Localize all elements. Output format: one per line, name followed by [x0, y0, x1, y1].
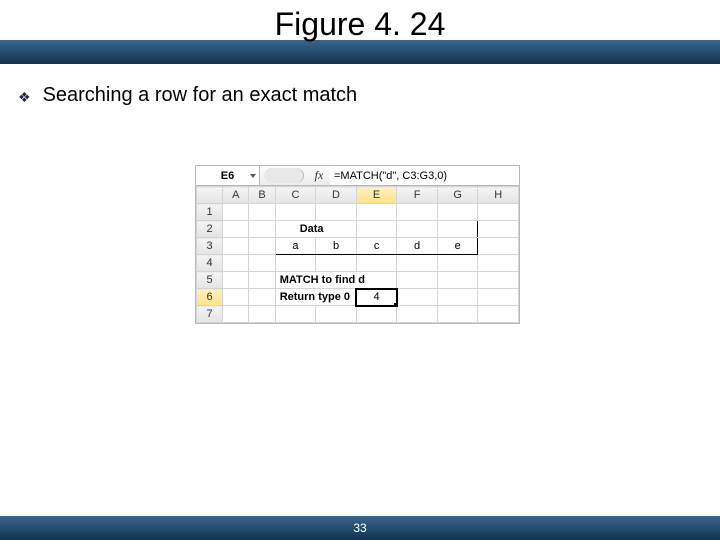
row-header[interactable]: 2	[197, 221, 223, 238]
match-label-cell[interactable]: MATCH to find d	[275, 272, 397, 289]
row-header[interactable]: 5	[197, 272, 223, 289]
title-bar: Figure 4. 24	[0, 0, 720, 64]
data-cell[interactable]: c	[356, 238, 397, 255]
bullet-item: ❖ Searching a row for an exact match	[18, 84, 702, 107]
bullet-text: Searching a row for an exact match	[43, 84, 358, 107]
formula-input[interactable]: =MATCH("d", C3:G3,0)	[330, 166, 519, 185]
name-box[interactable]: E6	[196, 166, 260, 185]
col-header[interactable]: D	[316, 187, 357, 204]
excel-screenshot: E6 fx =MATCH("d", C3:G3,0) A B C	[195, 165, 520, 324]
slide: Figure 4. 24 ❖ Searching a row for an ex…	[0, 0, 720, 540]
result-cell[interactable]: 4	[356, 289, 397, 306]
page-number: 33	[353, 521, 366, 535]
col-header[interactable]: B	[249, 187, 275, 204]
data-cell[interactable]: b	[316, 238, 357, 255]
spreadsheet-grid[interactable]: A B C D E F G H 1 2 Data	[196, 186, 519, 323]
row-header[interactable]: 7	[197, 306, 223, 323]
fx-icon[interactable]: fx	[308, 166, 330, 185]
col-header[interactable]: C	[275, 187, 316, 204]
name-box-value: E6	[221, 170, 234, 182]
col-header[interactable]: H	[478, 187, 519, 204]
row-header[interactable]: 6	[197, 289, 223, 306]
row: 5 MATCH to find d	[197, 272, 519, 289]
row: 4	[197, 255, 519, 272]
row: 1	[197, 204, 519, 221]
formula-buttons[interactable]	[264, 168, 304, 183]
row: 2 Data	[197, 221, 519, 238]
title-band	[0, 40, 720, 64]
data-header-cell[interactable]: Data	[275, 221, 356, 238]
col-header[interactable]: G	[437, 187, 478, 204]
column-header-row: A B C D E F G H	[197, 187, 519, 204]
row-header[interactable]: 3	[197, 238, 223, 255]
select-all-corner[interactable]	[197, 187, 223, 204]
col-header[interactable]: E	[356, 187, 397, 204]
footer-band: 33	[0, 516, 720, 540]
col-header[interactable]: F	[397, 187, 438, 204]
chevron-down-icon[interactable]	[250, 174, 256, 178]
row: 7	[197, 306, 519, 323]
return-type-label-cell[interactable]: Return type 0	[275, 289, 356, 306]
data-cell[interactable]: a	[275, 238, 316, 255]
row-header[interactable]: 1	[197, 204, 223, 221]
slide-title: Figure 4. 24	[0, 6, 720, 43]
formula-bar: E6 fx =MATCH("d", C3:G3,0)	[196, 166, 519, 186]
data-cell[interactable]: e	[437, 238, 478, 255]
row-header[interactable]: 4	[197, 255, 223, 272]
data-cell[interactable]: d	[397, 238, 438, 255]
row: 6 Return type 0 4	[197, 289, 519, 306]
diamond-bullet-icon: ❖	[18, 89, 31, 106]
row: 3 a b c d e	[197, 238, 519, 255]
slide-body: ❖ Searching a row for an exact match	[0, 64, 720, 107]
col-header[interactable]: A	[223, 187, 249, 204]
